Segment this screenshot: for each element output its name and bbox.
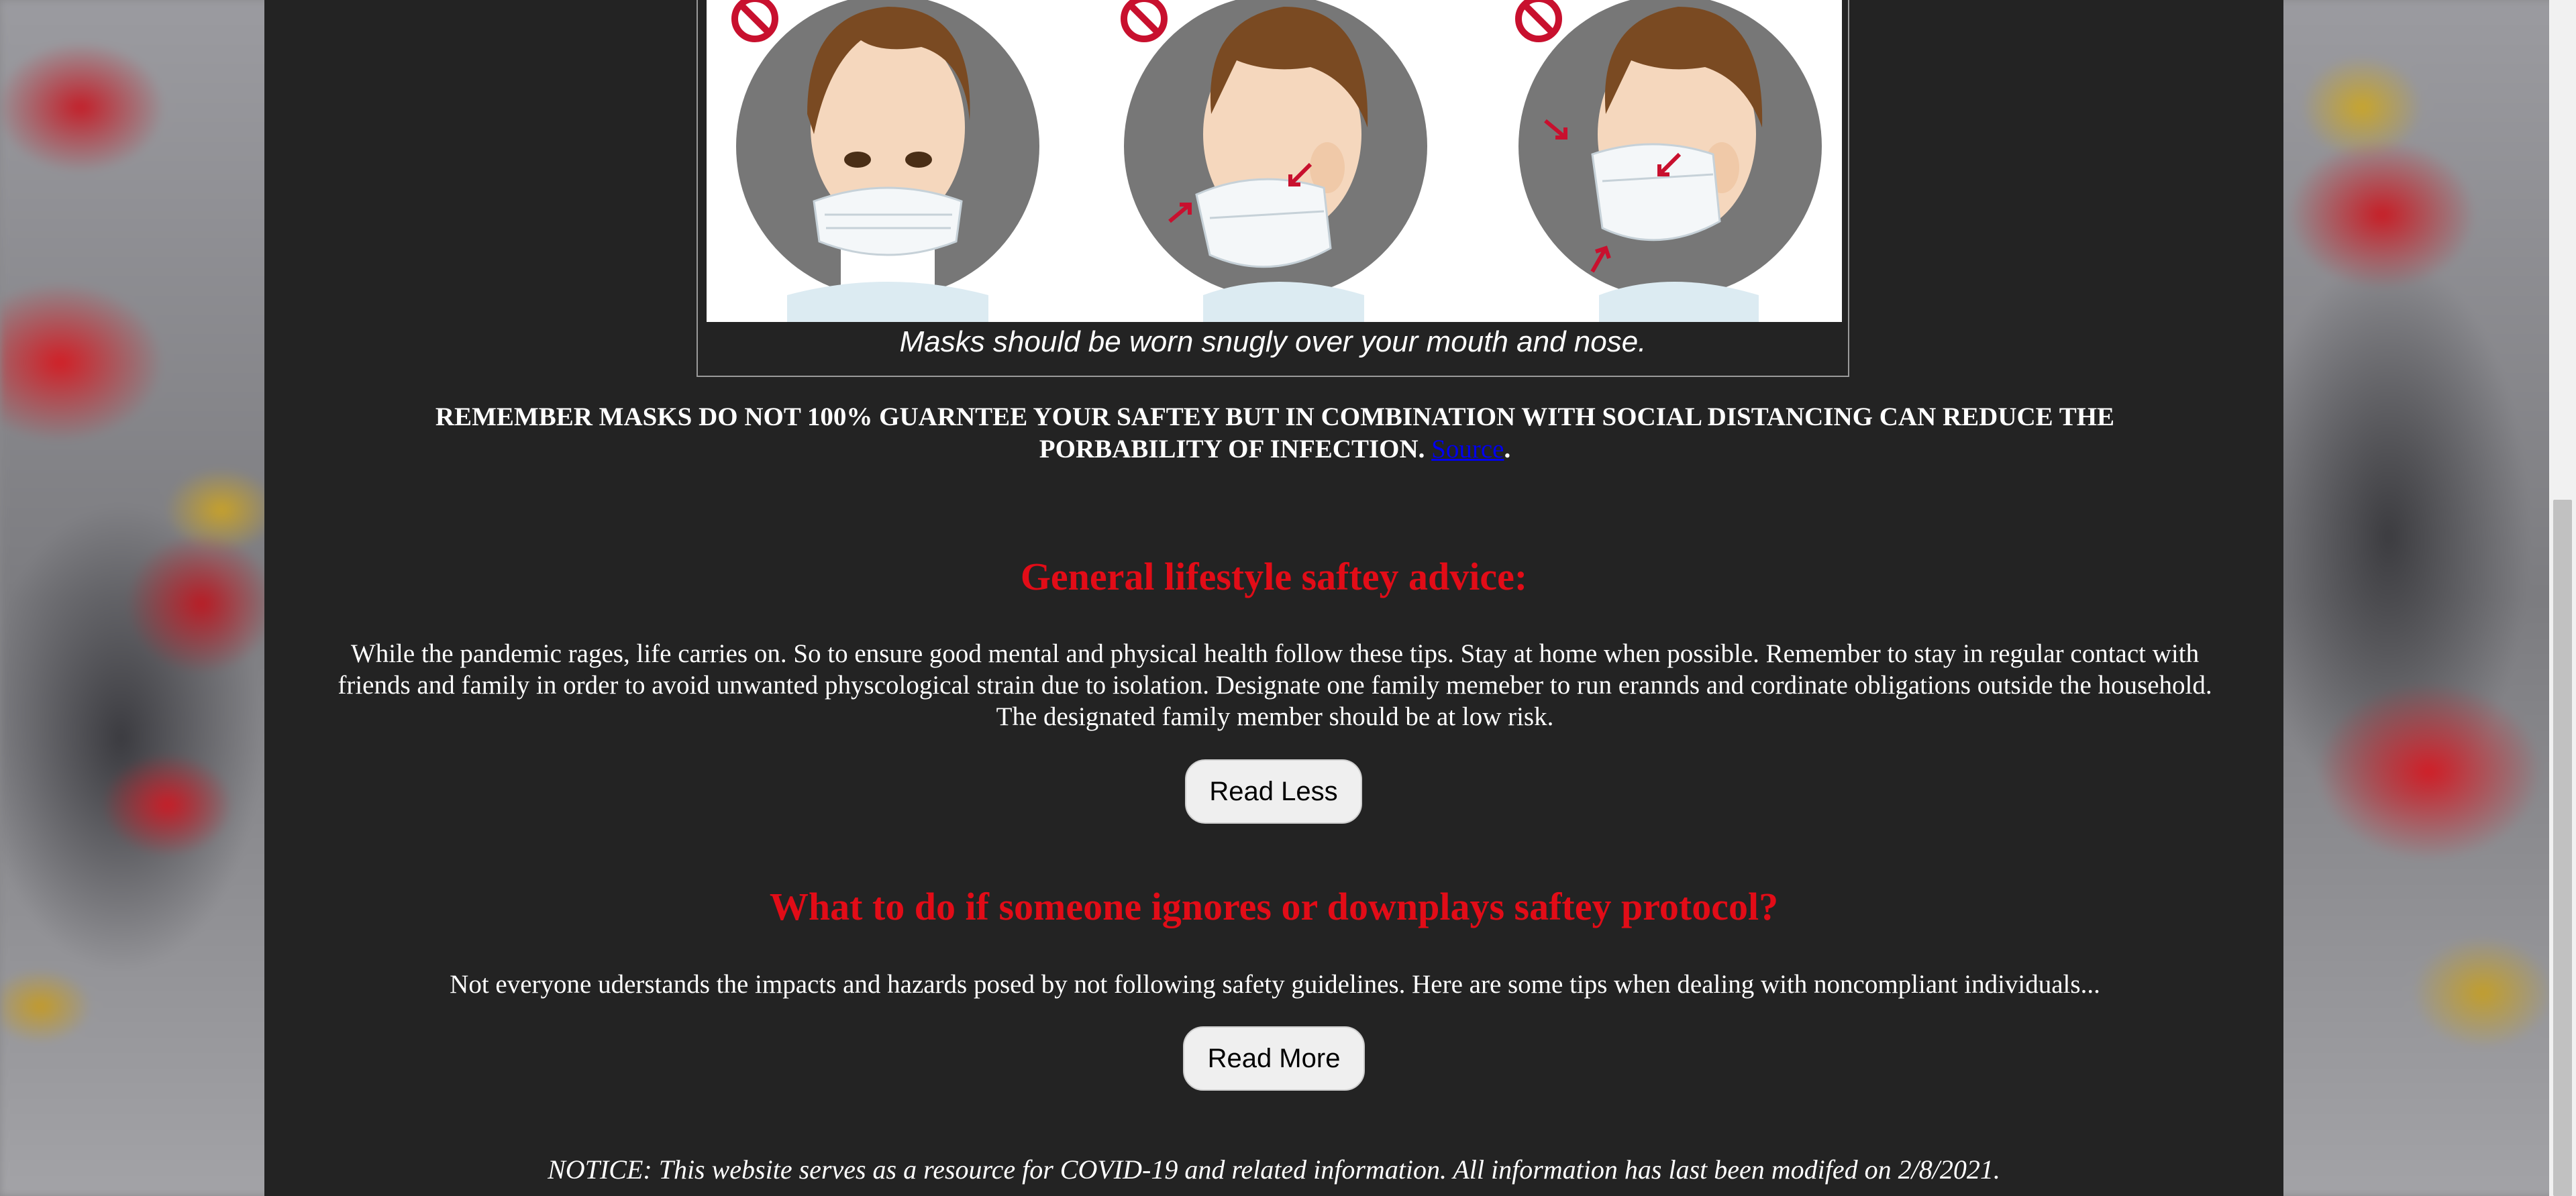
prohibited-icon [731, 0, 778, 42]
lifestyle-heading: General lifestyle saftey advice: [1020, 555, 1528, 598]
site-notice: NOTICE: This website serves as a resourc… [548, 1154, 2000, 1185]
mask-warning-period: . [1504, 435, 1511, 464]
mask-illustrations-svg [731, 0, 1822, 322]
page-scrollbar[interactable] [2549, 0, 2576, 1196]
prohibited-icon [1515, 0, 1562, 42]
mask-warning-text: REMEMBER MASKS DO NOT 100% GUARNTEE YOUR… [435, 402, 2115, 464]
figure-caption: Masks should be worn snugly over your mo… [899, 325, 1647, 358]
prohibited-icon [1121, 0, 1168, 42]
mask-illustration-front [731, 0, 1039, 322]
mask-illustration-side-1 [1121, 0, 1427, 322]
scrollbar-thumb[interactable] [2553, 500, 2572, 1196]
read-less-button[interactable]: Read Less [1185, 759, 1362, 824]
protocol-body: Not everyone uderstands the impacts and … [450, 970, 2100, 999]
read-more-button[interactable]: Read More [1183, 1026, 1365, 1091]
mask-illustration-image [707, 0, 1842, 322]
source-link[interactable]: Source [1431, 435, 1504, 464]
mask-illustration-side-2 [1515, 0, 1822, 322]
protocol-heading: What to do if someone ignores or downpla… [769, 885, 1779, 928]
mask-figure: Masks should be worn snugly over your mo… [697, 0, 1849, 377]
mask-warning: REMEMBER MASKS DO NOT 100% GUARNTEE YOUR… [376, 401, 2174, 466]
lifestyle-body: While the pandemic rages, life carries o… [338, 639, 2212, 731]
